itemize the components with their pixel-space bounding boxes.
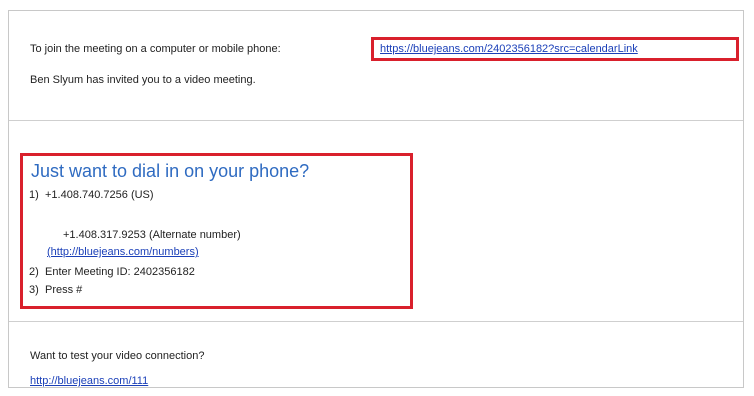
join-intro-text: To join the meeting on a computer or mob… [30, 43, 281, 55]
divider [9, 321, 743, 322]
meeting-id-text: Enter Meeting ID: 2402356182 [45, 266, 195, 278]
phone-number-us: +1.408.740.7256 (US) [45, 189, 154, 201]
test-connection-link-wrap: http://bluejeans.com/111 [30, 374, 148, 388]
invite-text: Ben Slyum has invited you to a video mee… [30, 74, 256, 86]
join-link-highlight: https://bluejeans.com/2402356182?src=cal… [371, 37, 739, 61]
dial-in-highlight: Just want to dial in on your phone? 1) +… [20, 153, 413, 309]
join-meeting-link[interactable]: https://bluejeans.com/2402356182?src=cal… [380, 43, 638, 55]
step-number: 1) [29, 189, 39, 201]
step-number: 3) [29, 284, 39, 296]
test-connection-question: Want to test your video connection? [30, 350, 205, 362]
divider [9, 120, 743, 121]
dial-in-heading: Just want to dial in on your phone? [31, 161, 310, 181]
test-connection-link[interactable]: http://bluejeans.com/111 [30, 375, 148, 387]
step-number: 2) [29, 266, 39, 278]
phone-number-alternate: +1.408.317.9253 (Alternate number) [63, 229, 241, 241]
press-pound-text: Press # [45, 284, 83, 296]
numbers-link[interactable]: (http://bluejeans.com/numbers) [47, 245, 199, 259]
